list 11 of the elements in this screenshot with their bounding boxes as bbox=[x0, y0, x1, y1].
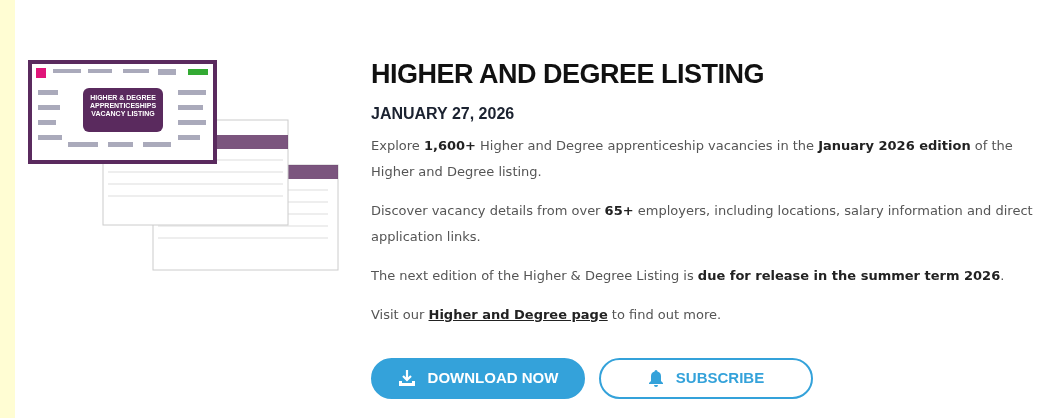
paragraph: Explore 1,600+ Higher and Degree apprenticeship vacancies in the January 2026 edition of the Higher and Degree listing. bbox=[371, 136, 1014, 181]
paragraph: Visit our Higher and Degree page to find out more. bbox=[371, 305, 723, 324]
bell-icon bbox=[647, 369, 664, 388]
publish-date: JANUARY 27, 2026 bbox=[371, 103, 516, 123]
paragraph: Discover vacancy details from over 65+ employers, including locations, salary information and direct application links. bbox=[371, 201, 1034, 246]
download-button[interactable]: DOWNLOAD NOW bbox=[371, 357, 585, 399]
page-link[interactable]: Higher and Degree page bbox=[428, 306, 608, 322]
page-title: HIGHER AND DEGREE LISTING bbox=[371, 60, 766, 90]
subscribe-button[interactable]: SUBSCRIBE bbox=[599, 357, 813, 399]
paragraph: The next edition of the Higher & Degree Listing is due for release in the summer term 2026. bbox=[371, 266, 1006, 285]
download-icon bbox=[397, 369, 416, 388]
